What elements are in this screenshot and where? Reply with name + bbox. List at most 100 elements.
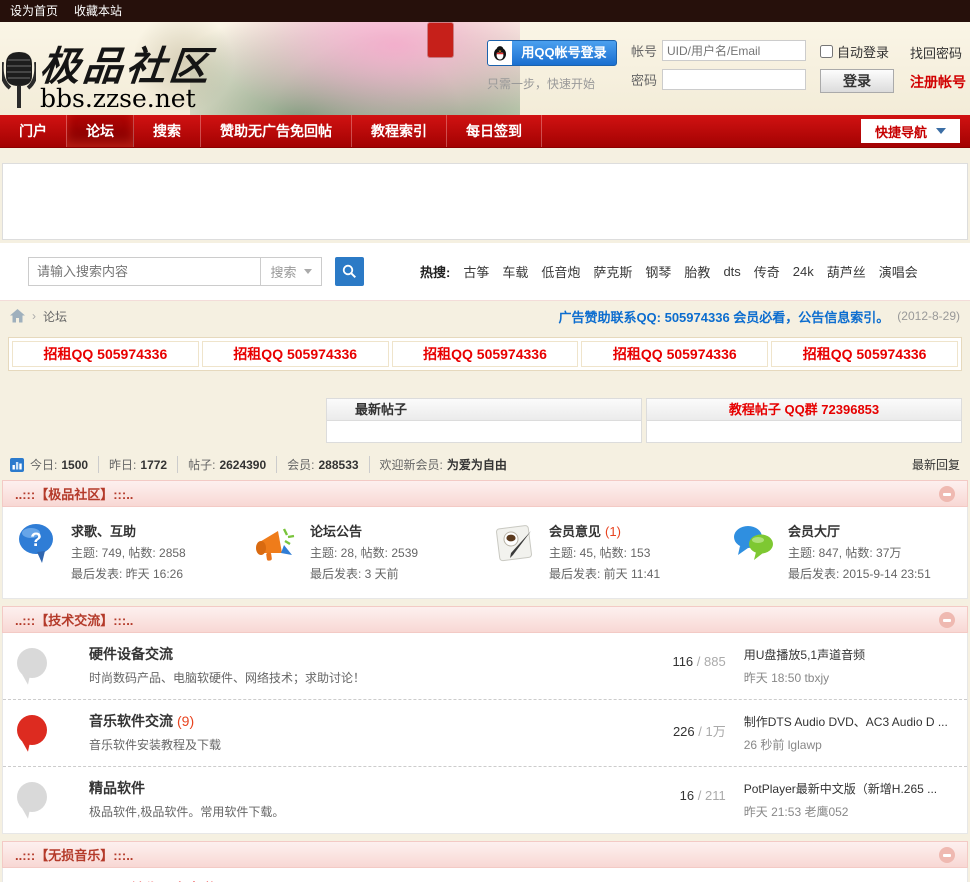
password-field[interactable] bbox=[662, 69, 806, 90]
lastpost-meta[interactable]: 昨天 18:50 tbxjy bbox=[744, 669, 967, 686]
qq-login-button[interactable]: 用QQ帐号登录 bbox=[486, 40, 617, 66]
members-label: 会员: bbox=[287, 458, 315, 472]
logo-title: 极品社区 bbox=[37, 43, 215, 90]
site-logo[interactable]: 极品社区 bbs.zzse.net bbox=[2, 43, 215, 112]
hot-keyword[interactable]: 葫芦丝 bbox=[827, 262, 866, 281]
forum-stats-bar: 今日: 1500 昨日: 1772 帖子: 2624390 会员: 288533 欢迎新… bbox=[10, 456, 960, 473]
nav-item-daily-signin[interactable]: 每日签到 bbox=[447, 115, 542, 147]
lastpost-line: 最后发表: 昨天 16:26 bbox=[71, 567, 184, 581]
quick-nav-button[interactable]: 快捷导航 bbox=[860, 119, 960, 143]
nav-item-portal[interactable]: 门户 bbox=[0, 115, 67, 147]
svg-text:?: ? bbox=[30, 530, 42, 551]
forum-link[interactable]: 精品软件 bbox=[89, 778, 633, 798]
ad-rent-cell[interactable]: 招租QQ 505974336 bbox=[771, 341, 958, 367]
ad-banner-placeholder bbox=[2, 163, 968, 240]
yesterday-value: 1772 bbox=[140, 457, 168, 472]
memo-pen-icon bbox=[496, 525, 532, 562]
bookmark-link[interactable]: 收藏本站 bbox=[74, 0, 122, 22]
account-label: 帐号 bbox=[630, 44, 657, 59]
hot-keyword[interactable]: 传奇 bbox=[754, 262, 780, 281]
lastpost-meta[interactable]: 26 秒前 lglawp bbox=[744, 736, 967, 753]
main-nav: 门户 论坛 搜索 赞助无广告免回帖 教程索引 每日签到 快捷导航 bbox=[0, 115, 970, 148]
forum-row-jingpin-ruanjian: 精品软件 极品软件,极品软件。常用软件下载。 16 / 211 PotPlaye… bbox=[3, 766, 967, 833]
nav-item-sponsor[interactable]: 赞助无广告免回帖 bbox=[201, 115, 352, 147]
newest-member-link[interactable]: 为爱为自由 bbox=[447, 456, 507, 473]
password-label: 密码 bbox=[630, 73, 657, 88]
collapse-icon[interactable] bbox=[939, 485, 955, 502]
search-input[interactable] bbox=[28, 257, 260, 286]
nav-item-search[interactable]: 搜索 bbox=[134, 115, 201, 147]
nav-item-forum[interactable]: 论坛 bbox=[67, 115, 134, 147]
hot-keyword[interactable]: 24k bbox=[793, 264, 814, 279]
nav-item-tutorial-index[interactable]: 教程索引 bbox=[352, 115, 447, 147]
forum-counts: 16 / 211 bbox=[679, 788, 726, 803]
register-link[interactable]: 注册帐号 bbox=[910, 72, 966, 92]
site-header: 极品社区 bbs.zzse.net 用QQ帐号登录 只需一步，快速开始 帐号 U… bbox=[0, 22, 970, 115]
forum-desc: 音乐软件安装教程及下载 bbox=[89, 738, 222, 752]
latest-posts-title[interactable]: 最新帖子 bbox=[327, 399, 641, 421]
find-password-link[interactable]: 找回密码 bbox=[910, 43, 966, 62]
section-title[interactable]: ..:::【技术交流】:::.. bbox=[15, 610, 133, 629]
sponsor-notice-link[interactable]: 广告赞助联系QQ: 505974336 会员必看，公告信息索引。 bbox=[558, 307, 889, 326]
forum-card-qiuge[interactable]: ? 求歌、互助 主题: 749, 帖数: 2858 最后发表: 昨天 16:26 bbox=[7, 519, 246, 584]
question-bubble-icon: ? bbox=[19, 524, 53, 563]
gray-bubble-icon bbox=[17, 648, 47, 678]
auto-login-label: 自动登录 bbox=[837, 45, 890, 60]
account-field[interactable] bbox=[662, 40, 806, 61]
ad-rent-cell[interactable]: 招租QQ 505974336 bbox=[391, 341, 579, 367]
members-value: 288533 bbox=[318, 457, 359, 472]
collapse-icon[interactable] bbox=[939, 611, 955, 628]
section-title[interactable]: ..:::【无损音乐】:::.. bbox=[15, 845, 133, 864]
hot-keyword[interactable]: 萨克斯 bbox=[593, 262, 632, 281]
search-icon bbox=[342, 264, 357, 279]
hot-search-label: 热搜: bbox=[420, 265, 451, 280]
today-value: 1500 bbox=[61, 457, 89, 472]
chevron-down-icon bbox=[936, 128, 946, 134]
ad-rent-cell[interactable]: 招租QQ 505974336 bbox=[12, 341, 199, 367]
stats-chart-icon bbox=[10, 457, 24, 472]
megaphone-icon bbox=[256, 528, 295, 561]
breadcrumb-current[interactable]: 论坛 bbox=[43, 308, 67, 325]
hot-keyword[interactable]: dts bbox=[723, 264, 740, 279]
hot-keyword[interactable]: 古筝 bbox=[463, 262, 489, 281]
ad-rent-cell[interactable]: 招租QQ 505974336 bbox=[581, 341, 769, 367]
search-button[interactable] bbox=[335, 257, 364, 286]
chat-bubbles-icon bbox=[734, 526, 773, 560]
forum-card-gonggao[interactable]: 论坛公告 主题: 28, 帖数: 2539 最后发表: 3 天前 bbox=[246, 519, 485, 584]
hot-search: 热搜: 古筝 车载 低音炮 萨克斯 钢琴 胎教 dts 传奇 24k 葫芦丝 演… bbox=[420, 262, 918, 281]
login-button[interactable]: 登录 bbox=[820, 69, 894, 93]
section-jishu-jiaoliu: ..:::【技术交流】:::.. 硬件设备交流 时尚数码产品、电脑软硬件、网络技… bbox=[2, 606, 968, 834]
ad-rent-cell[interactable]: 招租QQ 505974336 bbox=[201, 341, 389, 367]
qq-login-hint: 只需一步，快速开始 bbox=[486, 77, 595, 91]
section-title[interactable]: ..:::【极品社区】:::.. bbox=[15, 484, 133, 503]
lastpost-meta[interactable]: 昨天 21:53 老鹰052 bbox=[744, 803, 967, 820]
lastpost-title-link[interactable]: PotPlayer最新中文版（新增H.265 ... bbox=[744, 780, 967, 797]
collapse-icon[interactable] bbox=[939, 846, 955, 863]
search-type-select[interactable]: 搜索 bbox=[260, 257, 322, 286]
lastpost-title-link[interactable]: 用U盘播放5,1声道音频 bbox=[744, 646, 967, 663]
hot-keyword[interactable]: 钢琴 bbox=[645, 262, 671, 281]
hot-keyword[interactable]: 胎教 bbox=[684, 262, 710, 281]
qq-login-label: 用QQ帐号登录 bbox=[521, 45, 607, 60]
auto-login-checkbox[interactable] bbox=[820, 45, 833, 58]
red-bubble-icon bbox=[17, 715, 47, 745]
forum-card-dating[interactable]: 会员大厅 主题: 847, 帖数: 37万 最后发表: 2015-9-14 23… bbox=[724, 519, 963, 584]
yesterday-label: 昨日: bbox=[109, 458, 137, 472]
section-jipin-shequ: ..:::【极品社区】:::.. ? 求歌、互助 主题: 749, 帖数: 28… bbox=[2, 480, 968, 599]
forum-counts: 226 / 1万 bbox=[672, 724, 726, 739]
latest-reply-link[interactable]: 最新回复 bbox=[912, 456, 960, 473]
forum-lastpost: 用U盘播放5,1声道音频 昨天 18:50 tbxjy bbox=[744, 646, 967, 686]
forum-link[interactable]: 音乐软件交流 (9) bbox=[89, 711, 633, 731]
panels-spacer bbox=[8, 398, 322, 443]
forum-card-yijian[interactable]: 会员意见 (1) 主题: 45, 帖数: 153 最后发表: 前天 11:41 bbox=[485, 519, 724, 584]
forum-desc: 极品软件,极品软件。常用软件下载。 bbox=[89, 805, 285, 819]
set-home-link[interactable]: 设为首页 bbox=[10, 0, 58, 22]
hot-keyword[interactable]: 车载 bbox=[502, 262, 528, 281]
tutorial-qq-title[interactable]: 教程帖子 QQ群 72396853 bbox=[647, 399, 961, 421]
lastpost-title-link[interactable]: 制作DTS Audio DVD、AC3 Audio D ... bbox=[744, 713, 967, 730]
hot-keyword[interactable]: 低音炮 bbox=[541, 262, 580, 281]
hot-keyword[interactable]: 演唱会 bbox=[879, 262, 918, 281]
home-icon[interactable] bbox=[10, 309, 25, 323]
forum-link[interactable]: 硬件设备交流 bbox=[89, 644, 633, 664]
lastpost-line: 最后发表: 3 天前 bbox=[310, 567, 399, 581]
